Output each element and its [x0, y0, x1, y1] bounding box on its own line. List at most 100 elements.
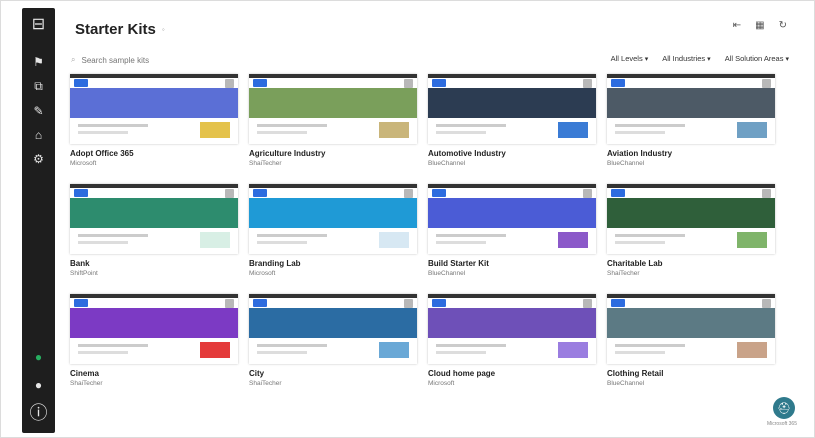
search-input[interactable]: [81, 55, 282, 65]
starter-kit-card[interactable]: Adopt Office 365 Microsoft: [70, 74, 238, 184]
card-title[interactable]: Bank: [70, 259, 90, 268]
page-header: Starter Kits ◦: [75, 18, 165, 40]
thumbnail-text-line: [615, 351, 665, 354]
card-thumbnail[interactable]: [70, 294, 238, 364]
starter-kit-card[interactable]: Charitable Lab ShaiTecher: [607, 184, 775, 294]
card-body: Charitable Lab ShaiTecher: [607, 184, 775, 282]
thumbnail-text-line: [78, 344, 148, 347]
select-icon[interactable]: [404, 189, 413, 198]
card-thumbnail[interactable]: [249, 184, 417, 254]
thumbnail-topbar: [428, 74, 596, 78]
refresh-icon[interactable]: ↻: [779, 20, 787, 31]
card-title[interactable]: Aviation Industry: [607, 149, 672, 158]
card-thumbnail[interactable]: [428, 294, 596, 364]
select-icon[interactable]: [762, 189, 771, 198]
thumbnail-accent: [379, 342, 409, 358]
settings-icon[interactable]: ⚙: [22, 152, 55, 166]
card-thumbnail[interactable]: [249, 294, 417, 364]
pencil-icon[interactable]: ✎: [22, 104, 55, 118]
thumbnail-accent: [558, 342, 588, 358]
thumbnail-topbar: [607, 294, 775, 298]
card-thumbnail[interactable]: [607, 184, 775, 254]
select-icon[interactable]: [225, 299, 234, 308]
card-thumbnail[interactable]: [70, 184, 238, 254]
preview-badge: [74, 299, 89, 307]
info-icon[interactable]: ⓘ: [22, 404, 55, 422]
select-icon[interactable]: [225, 189, 234, 198]
select-icon[interactable]: [225, 79, 234, 88]
select-icon[interactable]: [404, 299, 413, 308]
card-body: Agriculture Industry ShaiTecher: [249, 74, 417, 172]
select-icon[interactable]: [583, 189, 592, 198]
card-author: BlueChannel: [428, 160, 466, 167]
app-logo-icon[interactable]: ⊟: [22, 17, 55, 33]
starter-kit-card[interactable]: Bank ShiftPoint: [70, 184, 238, 294]
preview-badge: [253, 299, 268, 307]
starter-kit-card[interactable]: Build Starter Kit BlueChannel: [428, 184, 596, 294]
status-icon[interactable]: ●: [22, 350, 55, 364]
home-icon[interactable]: ⌂: [22, 128, 55, 142]
card-title[interactable]: Clothing Retail: [607, 369, 663, 378]
thumbnail-hero: [607, 308, 775, 338]
card-title[interactable]: Agriculture Industry: [249, 149, 325, 158]
card-author: Microsoft: [70, 160, 97, 167]
filter-label: All Industries: [662, 54, 706, 63]
starter-kit-card[interactable]: City ShaiTecher: [249, 294, 417, 404]
starter-kit-card[interactable]: Cinema ShaiTecher: [70, 294, 238, 404]
thumbnail-text-line: [615, 234, 685, 237]
filter-levels-dropdown[interactable]: All Levels ▾: [611, 54, 649, 63]
card-author: ShiftPoint: [70, 270, 98, 277]
starter-kit-card[interactable]: Aviation Industry BlueChannel: [607, 74, 775, 184]
card-author: ShaiTecher: [607, 270, 640, 277]
select-icon[interactable]: [762, 79, 771, 88]
card-title[interactable]: Adopt Office 365: [70, 149, 134, 158]
card-title[interactable]: City: [249, 369, 264, 378]
starter-kit-card[interactable]: Clothing Retail BlueChannel: [607, 294, 775, 404]
title-info-icon[interactable]: ◦: [162, 25, 165, 34]
preview-badge: [611, 79, 626, 87]
starter-kit-card[interactable]: Branding Lab Microsoft: [249, 184, 417, 294]
thumbnail-accent: [558, 232, 588, 248]
grid-view-icon[interactable]: ▦: [755, 20, 764, 31]
filter-solution-areas-dropdown[interactable]: All Solution Areas ▾: [725, 54, 789, 63]
thumbnail-accent: [200, 122, 230, 138]
card-thumbnail[interactable]: [428, 74, 596, 144]
card-title[interactable]: Cinema: [70, 369, 99, 378]
select-icon[interactable]: [583, 79, 592, 88]
select-icon[interactable]: [404, 79, 413, 88]
card-thumbnail[interactable]: [607, 294, 775, 364]
thumbnail-text-line: [257, 241, 307, 244]
card-body: Bank ShiftPoint: [70, 184, 238, 282]
apps-icon[interactable]: ⧉: [22, 79, 55, 93]
card-thumbnail[interactable]: [428, 184, 596, 254]
card-title[interactable]: Build Starter Kit: [428, 259, 489, 268]
thumbnail-topbar: [428, 294, 596, 298]
select-icon[interactable]: [762, 299, 771, 308]
user-icon[interactable]: ●: [22, 378, 55, 392]
pin-icon[interactable]: ⚑: [22, 55, 55, 69]
starter-kit-card[interactable]: Agriculture Industry ShaiTecher: [249, 74, 417, 184]
card-thumbnail[interactable]: [70, 74, 238, 144]
card-thumbnail[interactable]: [249, 74, 417, 144]
thumbnail-accent: [558, 122, 588, 138]
card-title[interactable]: Automotive Industry: [428, 149, 506, 158]
starter-kit-card[interactable]: Cloud home page Microsoft: [428, 294, 596, 404]
thumbnail-text-line: [257, 234, 327, 237]
card-title[interactable]: Charitable Lab: [607, 259, 663, 268]
thumbnail-text-line: [78, 351, 128, 354]
collapse-icon[interactable]: ⇤: [733, 20, 741, 31]
starter-kit-card[interactable]: Automotive Industry BlueChannel: [428, 74, 596, 184]
search-icon: ⌕: [71, 55, 76, 64]
card-thumbnail[interactable]: [607, 74, 775, 144]
filter-industries-dropdown[interactable]: All Industries ▾: [662, 54, 710, 63]
preview-badge: [611, 299, 626, 307]
preview-badge: [432, 189, 447, 197]
card-author: ShaiTecher: [249, 380, 282, 387]
card-title[interactable]: Branding Lab: [249, 259, 301, 268]
card-title[interactable]: Cloud home page: [428, 369, 495, 378]
select-icon[interactable]: [583, 299, 592, 308]
card-body: Cloud home page Microsoft: [428, 294, 596, 392]
assistant-avatar[interactable]: ⛑: [773, 397, 795, 419]
thumbnail-topbar: [70, 74, 238, 78]
preview-badge: [74, 189, 89, 197]
